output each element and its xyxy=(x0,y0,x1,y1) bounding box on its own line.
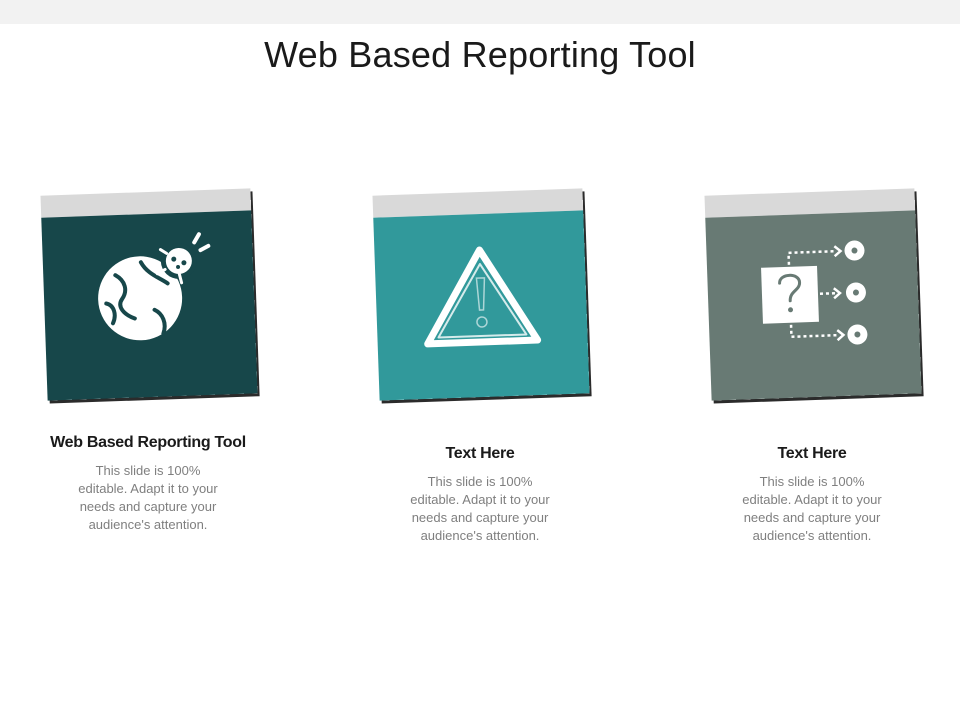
card-heading: Text Here xyxy=(445,445,515,462)
warning-triangle-icon xyxy=(424,246,542,348)
caption-card-3: Text Here This slide is 100% editable. A… xyxy=(702,443,922,545)
slide-title: Web Based Reporting Tool xyxy=(264,34,696,75)
card-question xyxy=(704,188,922,401)
card-face xyxy=(705,210,922,401)
globe-virus-icon xyxy=(98,232,211,341)
caption-card-2: Text Here This slide is 100% editable. A… xyxy=(370,443,590,545)
card-face xyxy=(373,210,590,401)
caption-card-1: Web Based Reporting Tool This slide is 1… xyxy=(38,432,258,534)
card-body: This slide is 100% editable. Adapt it to… xyxy=(78,463,218,532)
card-body: This slide is 100% editable. Adapt it to… xyxy=(742,474,882,543)
top-strip xyxy=(0,0,960,24)
card-face xyxy=(41,210,258,401)
question-flow-icon xyxy=(761,240,868,345)
card-globe xyxy=(40,188,258,401)
card-heading: Text Here xyxy=(777,445,847,462)
card-heading: Web Based Reporting Tool xyxy=(50,434,246,451)
card-warning xyxy=(372,188,590,401)
card-body: This slide is 100% editable. Adapt it to… xyxy=(410,474,550,543)
